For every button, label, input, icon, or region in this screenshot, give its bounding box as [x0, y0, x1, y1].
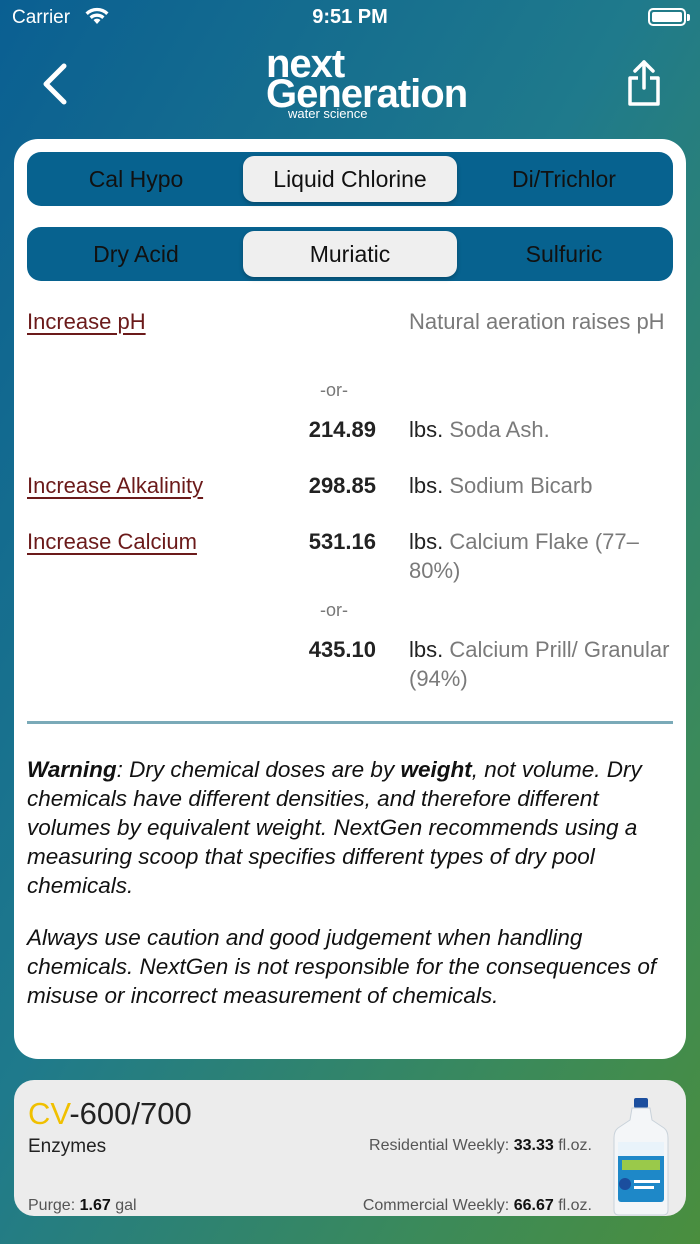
residential-value: 33.33: [513, 1137, 554, 1154]
calcium-amount-flake: 531.16: [308, 529, 376, 554]
alkalinity-product-name: Sodium Bicarb: [449, 473, 593, 498]
tab-cal-hypo[interactable]: Cal Hypo: [29, 156, 243, 202]
purge-value: 1.67: [79, 1197, 111, 1214]
purge-unit: gal: [115, 1197, 137, 1214]
warning-label: Warning: [27, 757, 117, 782]
purge-label: Purge:: [28, 1197, 76, 1214]
calcium-amount-prill: 435.10: [308, 637, 376, 662]
commercial-value: 66.67: [513, 1197, 554, 1214]
tab-muriatic[interactable]: Muriatic: [243, 231, 457, 277]
alkalinity-unit: lbs.: [409, 473, 444, 498]
product-title-rest: -600/700: [69, 1096, 192, 1131]
caution-text: Always use caution and good judgement wh…: [27, 925, 657, 1008]
commercial-label: Commercial Weekly:: [362, 1197, 510, 1214]
weight-warning-text: Warning: Dry chemical doses are by weigh…: [27, 755, 673, 900]
ph-or-separator: -or-: [320, 380, 348, 400]
tab-liquid-chlorine[interactable]: Liquid Chlorine: [243, 156, 457, 202]
calcium-unit-1: lbs.: [409, 529, 444, 554]
product-title-prefix: CV: [28, 1096, 70, 1131]
calcium-product-prill: lbs. Calcium Prill/ Granular (94%): [409, 635, 677, 693]
calcium-unit-2: lbs.: [409, 637, 444, 662]
chlorine-type-segmented-control: Cal Hypo Liquid Chlorine Di/Trichlor: [27, 152, 673, 206]
calcium-product-flake: lbs. Calcium Flake (77–80%): [409, 527, 677, 585]
residential-unit: fl.oz.: [558, 1137, 592, 1154]
purge-dose: Purge: 1.67 gal: [28, 1197, 137, 1215]
calcium-or-separator: -or-: [320, 600, 348, 620]
back-chevron-icon[interactable]: [36, 60, 76, 108]
increase-calcium-link[interactable]: Increase Calcium: [27, 529, 197, 555]
tab-di-trichlor[interactable]: Di/Trichlor: [457, 156, 671, 202]
product-subtitle: Enzymes: [28, 1136, 107, 1157]
increase-alkalinity-link[interactable]: Increase Alkalinity: [27, 473, 203, 499]
ph-product-name: Soda Ash.: [449, 417, 550, 442]
ph-natural-note: Natural aeration raises pH: [409, 309, 665, 334]
status-bar: Carrier 9:51 PM: [0, 0, 700, 36]
calcium-product-prill-name: Calcium Prill/ Granular (94%): [409, 637, 670, 691]
warning-bold-weight: weight: [400, 757, 472, 782]
section-divider: [27, 721, 673, 724]
alkalinity-amount: 298.85: [308, 473, 376, 498]
battery-icon: [648, 8, 690, 26]
share-icon[interactable]: [624, 58, 664, 108]
tab-dry-acid[interactable]: Dry Acid: [29, 231, 243, 277]
ph-product: lbs. Soda Ash.: [409, 415, 677, 444]
warning-text-1: : Dry chemical doses are by: [116, 757, 401, 782]
increase-ph-link[interactable]: Increase pH: [27, 309, 146, 335]
residential-weekly-dose: Residential Weekly: 33.33 fl.oz.: [369, 1137, 592, 1155]
clock: 9:51 PM: [312, 6, 388, 28]
product-title: CV-600/700: [28, 1096, 192, 1132]
product-ad-banner[interactable]: CV-600/700 Enzymes Purge: 1.67 gal Resid…: [14, 1080, 686, 1216]
product-bottle-image: [613, 1098, 669, 1216]
residential-label: Residential Weekly:: [369, 1137, 510, 1154]
ph-unit: lbs.: [409, 417, 444, 442]
logo-line-3: water science: [288, 106, 368, 121]
tab-sulfuric[interactable]: Sulfuric: [457, 231, 671, 277]
calculator-results-card: Cal Hypo Liquid Chlorine Di/Trichlor Dry…: [14, 139, 686, 1059]
next-generation-logo: next Generation water science: [264, 44, 468, 124]
commercial-unit: fl.oz.: [558, 1197, 592, 1214]
commercial-weekly-dose: Commercial Weekly: 66.67 fl.oz.: [363, 1197, 592, 1215]
alkalinity-product: lbs. Sodium Bicarb: [409, 471, 677, 500]
ph-amount: 214.89: [308, 417, 376, 442]
calcium-product-flake-name: Calcium Flake (77–80%): [409, 529, 639, 583]
acid-type-segmented-control: Dry Acid Muriatic Sulfuric: [27, 227, 673, 281]
